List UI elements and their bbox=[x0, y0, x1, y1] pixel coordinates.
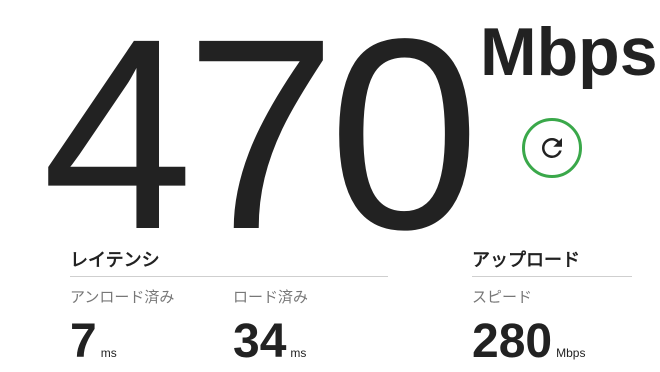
unloaded-latency-value: 7 bbox=[70, 315, 97, 368]
refresh-icon bbox=[537, 133, 567, 163]
unloaded-latency-metric: 7 ms bbox=[70, 318, 117, 366]
loaded-latency-value: 34 bbox=[233, 315, 287, 368]
upload-speed-label: スピード bbox=[472, 289, 533, 306]
loaded-latency-label: ロード済み bbox=[233, 289, 309, 306]
download-speed-value: 470 bbox=[42, 0, 480, 286]
upload-speed-value: 280 bbox=[472, 315, 553, 368]
reload-button[interactable] bbox=[522, 118, 582, 178]
upload-speed-metric: 280 Mbps bbox=[472, 318, 585, 366]
upload-divider bbox=[472, 276, 632, 277]
unloaded-latency-label: アンロード済み bbox=[70, 289, 175, 306]
upload-title: アップロード bbox=[472, 250, 580, 270]
loaded-latency-metric: 34 ms bbox=[233, 318, 306, 366]
loaded-latency-unit: ms bbox=[290, 346, 307, 360]
latency-title: レイテンシ bbox=[70, 250, 160, 270]
upload-speed-unit: Mbps bbox=[556, 346, 586, 360]
latency-divider bbox=[70, 276, 388, 277]
download-speed-unit: Mbps bbox=[480, 14, 658, 90]
unloaded-latency-unit: ms bbox=[100, 346, 117, 360]
